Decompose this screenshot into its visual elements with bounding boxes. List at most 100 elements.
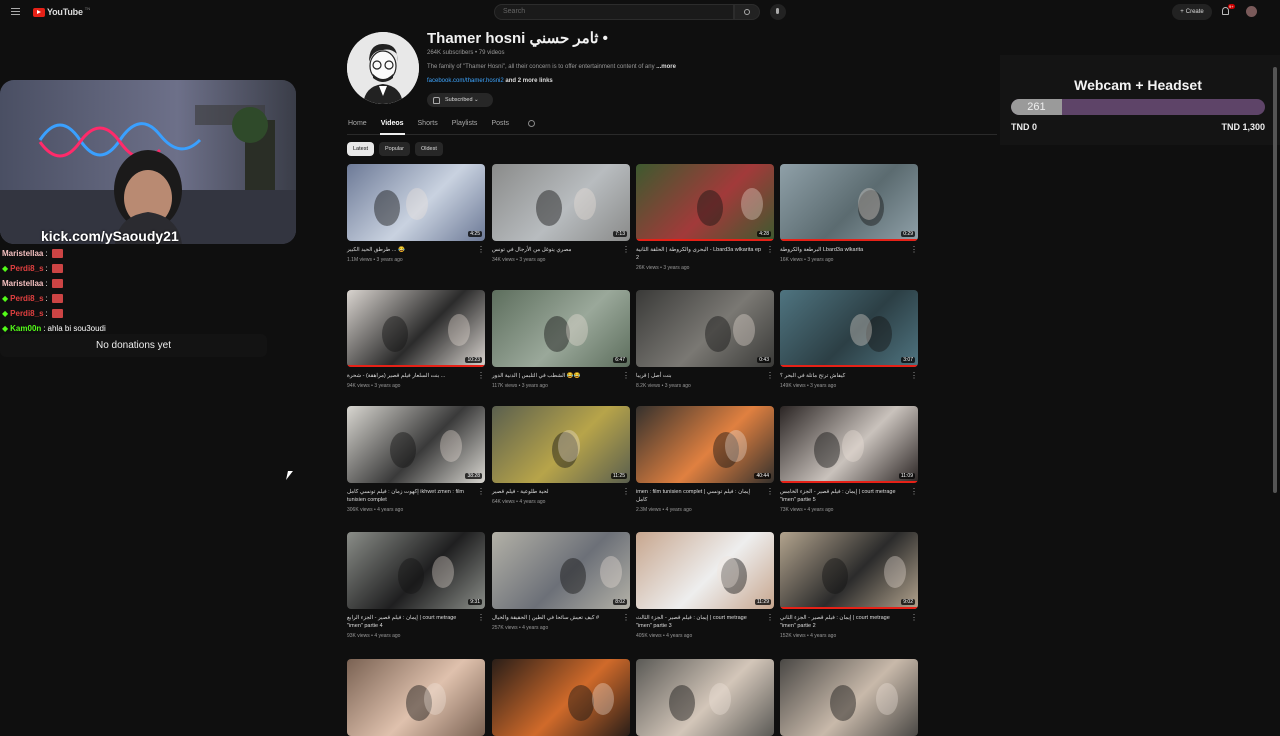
more-options-icon[interactable]: ⋮ [910,614,918,622]
video-meta: 34K views • 3 years ago [492,257,546,263]
tab-home[interactable]: Home [347,113,368,135]
account-avatar[interactable] [1246,6,1257,17]
search-button[interactable] [734,4,760,20]
subscribed-button[interactable]: Subscribed ⌄ [427,93,493,107]
more-options-icon[interactable]: ⋮ [622,488,630,496]
more-links[interactable]: and 2 more links [505,78,552,84]
video-title[interactable]: imen : film tunisien complet | إيمان : ف… [636,488,762,504]
video-title[interactable]: إيمان : فيلم قصير - الجزء الرابع | court… [347,614,473,630]
video-thumbnail[interactable]: 7:13 [492,164,630,241]
video-duration: 4:28 [757,231,771,237]
video-title[interactable]: لحية طلوعية - فيلم قصير [492,488,618,496]
more-options-icon[interactable]: ⋮ [622,372,630,380]
youtube-logo[interactable]: YouTube TN [33,6,90,17]
more-options-icon[interactable]: ⋮ [477,488,485,496]
more-options-icon[interactable]: ⋮ [766,372,774,380]
tab-playlists[interactable]: Playlists [451,113,479,135]
video-thumbnail[interactable]: 11:09 [780,406,918,483]
video-duration: 11:29 [754,599,771,605]
video-title[interactable]: طرطق الحيد الكبير ... 😂 [347,246,473,254]
video-duration: 0:29 [901,231,915,237]
video-title[interactable]: إيمان : فيلم قصير - الجزء الخامس | court… [780,488,906,504]
more-options-icon[interactable]: ⋮ [766,246,774,254]
video-title[interactable]: كيفاش ترتح ماتلة في البحر ؟ [780,372,906,380]
video-title[interactable]: كيف تعيش سائحا في الطين | الحقيقة والخيا… [492,614,618,622]
video-thumbnail[interactable]: 40:44 [636,406,774,483]
donations-box: No donations yet [0,334,267,357]
video-thumbnail[interactable]: 0:29 [780,164,918,241]
channel-search-icon[interactable] [527,120,535,127]
video-title[interactable]: إكهوت زمان : فيلم تونسي كامل ikhwet zmen… [347,488,473,504]
video-title[interactable]: مصري يتوغل من الأرجال في تونس [492,246,618,254]
more-options-icon[interactable]: ⋮ [477,246,485,254]
video-thumbnail[interactable]: 11:29 [636,532,774,609]
goal-current-amount: 261 [1011,99,1062,115]
tab-posts[interactable]: Posts [490,113,510,135]
search-icon [744,9,750,15]
kick-url: kick.com/ySaoudy21 [41,228,179,244]
chat-separator: : [45,279,48,288]
video-thumbnail[interactable]: 6:47 [492,290,630,367]
more-options-icon[interactable]: ⋮ [910,488,918,496]
more-options-icon[interactable]: ⋮ [622,614,630,622]
more-options-icon[interactable]: ⋮ [477,372,485,380]
video-thumbnail[interactable]: 38:28 [347,406,485,483]
video-thumbnail[interactable]: 11:25 [492,406,630,483]
chat-emote-icon [51,279,63,288]
channel-links[interactable]: facebook.com/thamer.hosni2 and 2 more li… [427,78,553,84]
video-thumbnail[interactable]: 10:23 [347,290,485,367]
chip-oldest[interactable]: Oldest [414,142,443,156]
create-button[interactable]: + Create [1172,4,1212,20]
mouse-cursor [286,471,295,480]
video-meta: 152K views • 4 years ago [780,633,837,639]
video-duration: 11:09 [898,473,915,479]
more-options-icon[interactable]: ⋮ [910,372,918,380]
more-options-icon[interactable]: ⋮ [622,246,630,254]
video-thumbnail[interactable] [347,659,485,736]
video-meta: 2.3M views • 4 years ago [636,507,692,513]
video-thumbnail[interactable] [636,659,774,736]
voice-search-button[interactable] [770,4,786,20]
video-title[interactable]: الشطب في التلبس | الدنية الدور 😂😂 [492,372,618,380]
facebook-link[interactable]: facebook.com/thamer.hosni2 [427,78,504,84]
video-thumbnail[interactable]: 8:02 [492,532,630,609]
video-title[interactable]: البرطعة والكروطة Lbard3a wlkarita [780,246,906,254]
top-bar: YouTube TN Search + Create 9+ [0,0,1280,24]
video-thumbnail[interactable] [492,659,630,736]
chat-username: Maristellaa [2,249,44,258]
subscribed-label: Subscribed [445,97,473,103]
video-meta: 8.2K views • 3 years ago [636,383,691,389]
video-title[interactable]: إيمان : فيلم قصير - الجزء الثالث | court… [636,614,762,630]
video-thumbnail[interactable]: 9:02 [780,532,918,609]
search-input[interactable]: Search [494,4,734,20]
more-link[interactable]: ...more [656,64,676,70]
channel-description[interactable]: The family of "Thamer Hosni", all their … [427,64,676,70]
hamburger-menu-icon[interactable] [11,8,20,15]
goal-title: Webcam + Headset [1074,77,1202,93]
video-meta: 16K views • 3 years ago [780,257,834,263]
goal-min-label: TND 0 [1011,122,1038,132]
tab-videos[interactable]: Videos [379,113,405,135]
chat-message: ◆ Perdi8_s : [2,261,106,276]
video-thumbnail[interactable]: 4:25 [347,164,485,241]
video-title[interactable]: بنت أصل | قريبا [636,372,762,380]
more-options-icon[interactable]: ⋮ [766,488,774,496]
video-title[interactable]: إيمان : فيلم قصير - الجزء الثاني | court… [780,614,906,630]
tab-shorts[interactable]: Shorts [417,113,439,135]
more-options-icon[interactable]: ⋮ [477,614,485,622]
chat-message: ◆ Perdi8_s : [2,306,106,321]
more-options-icon[interactable]: ⋮ [910,246,918,254]
video-title[interactable]: البحرى والكروطة | الحلقة الثانية - Lbard… [636,246,762,262]
chat-separator: : [43,324,46,333]
more-options-icon[interactable]: ⋮ [766,614,774,622]
video-thumbnail[interactable]: 4:28 [636,164,774,241]
video-thumbnail[interactable] [780,659,918,736]
chat-badge-icon: ◆ [2,264,9,273]
page-scrollbar[interactable] [1273,67,1277,493]
video-thumbnail[interactable]: 0:43 [636,290,774,367]
chip-latest[interactable]: Latest [347,142,374,156]
video-title[interactable]: بنت السلعار فيلم قصير (مراهقة) - شحرة ..… [347,372,473,380]
chip-popular[interactable]: Popular [378,142,410,156]
video-thumbnail[interactable]: 3:07 [780,290,918,367]
video-thumbnail[interactable]: 9:31 [347,532,485,609]
